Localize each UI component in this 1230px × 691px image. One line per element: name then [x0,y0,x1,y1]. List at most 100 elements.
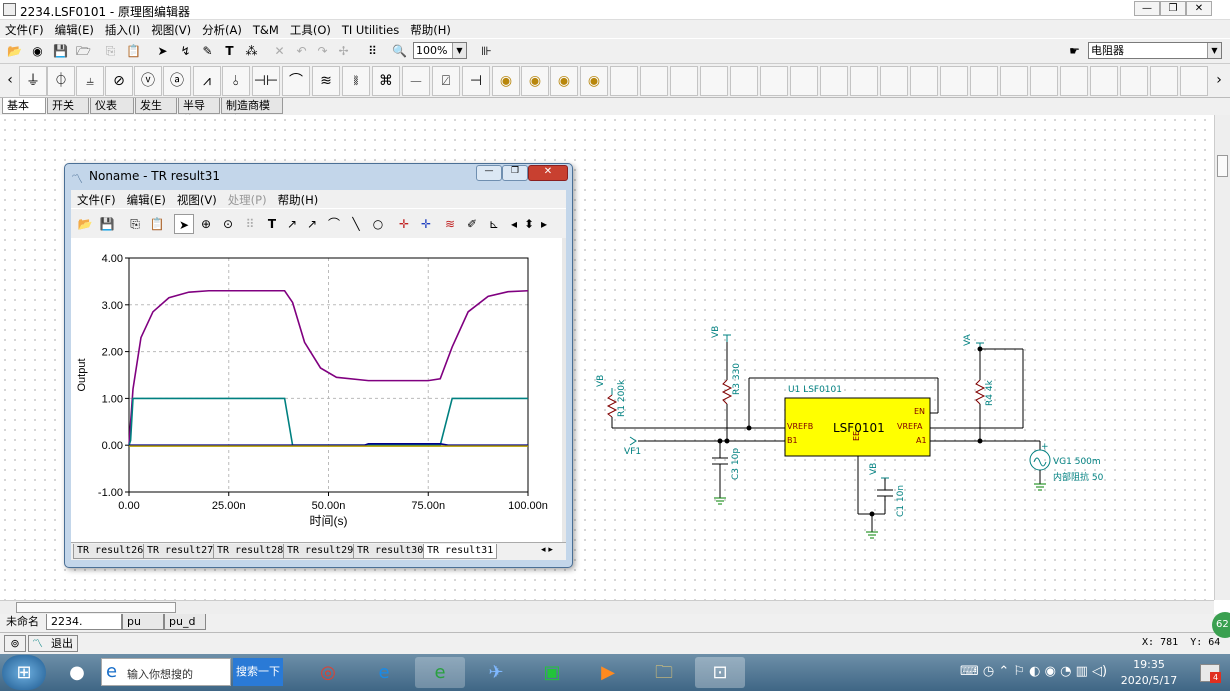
result-curve-b-icon[interactable]: ↗ [302,214,322,234]
ic-icon[interactable]: ◉ [492,66,520,96]
inductor-icon[interactable]: ⌒ [282,66,310,96]
transformer-icon[interactable]: ⧚ [342,66,370,96]
result-scroll-right-icon[interactable]: ▸ [538,214,550,234]
result-tab-31[interactable]: TR result31 [423,544,498,559]
result-curve-a-icon[interactable]: ↗ [282,214,302,234]
empty-slot-15[interactable] [1030,66,1058,96]
tab-pu-d[interactable]: pu_d [164,614,206,630]
tab-semiconductor[interactable]: 半导体 [178,98,220,127]
result-zoom-100-icon[interactable]: ⊙ [218,214,238,234]
result-tab-30[interactable]: TR result30 [353,544,428,559]
menu-analysis[interactable]: 分析(A) [197,20,248,38]
iqiyi-icon[interactable]: ▣ [527,657,577,688]
tina-app-icon[interactable]: ⊡ [695,657,745,688]
result-minimize-button[interactable]: — [476,165,502,181]
ie-icon[interactable]: e [359,657,409,688]
tab-untitled[interactable]: 未命名 [2,614,46,630]
tab-meter[interactable]: 仪表 [90,98,134,114]
empty-slot-6[interactable] [760,66,788,96]
empty-slot-4[interactable] [700,66,728,96]
result-text-icon[interactable]: T [262,214,282,234]
minimize-button[interactable]: — [1134,1,1160,16]
zoom-select[interactable]: 100% ▼ [413,42,467,59]
empty-slot-19[interactable] [1150,66,1178,96]
empty-slot-9[interactable] [850,66,878,96]
result-tab-27[interactable]: TR result27 [143,544,218,559]
result-grid-icon[interactable]: ⠿ [240,214,260,234]
save-icon[interactable]: 💾 [50,41,71,62]
plot-area[interactable]: 0.00 25.00n 50.00n 75.00n 100.00n 4.00 3.00 2.0… [71,238,562,542]
pencil-icon[interactable]: ✎ [197,41,218,62]
horizontal-scrollbar[interactable] [0,600,1214,614]
voltage-source-icon[interactable]: ⫨ [76,66,104,96]
menu-file[interactable]: 文件(F) [0,20,50,38]
tab-manufacturer-models[interactable]: 制造商模型 [221,98,283,127]
empty-slot-5[interactable] [730,66,758,96]
result-probe-icon[interactable]: ✐ [462,214,482,234]
copy-icon[interactable]: ⎘ [100,41,121,62]
feishu-icon[interactable]: ✈ [471,657,521,688]
exit-button[interactable]: 〽退出 [28,635,78,652]
result-menu-view[interactable]: 视图(V) [171,190,222,208]
horizontal-scroll-thumb[interactable] [16,602,176,613]
capacitor-icon[interactable]: ⊣⊢ [252,66,280,96]
menu-tools[interactable]: 工具(O) [285,20,337,38]
result-select-icon[interactable]: ➤ [174,214,194,234]
search-button[interactable]: 搜索一下 [233,658,283,686]
result-line-icon[interactable]: ╲ [346,214,366,234]
empty-slot-18[interactable] [1120,66,1148,96]
menu-tm[interactable]: T&M [248,21,285,37]
empty-slot-1[interactable] [610,66,638,96]
zoom-icon[interactable]: 🔍 [389,41,410,62]
menu-edit[interactable]: 编辑(E) [50,20,100,38]
close-button[interactable]: ✕ [1186,1,1212,16]
result-curve-c-icon[interactable]: ⌒ [324,214,344,234]
result-menu-edit[interactable]: 编辑(E) [121,190,171,208]
menu-help[interactable]: 帮助(H) [405,20,457,38]
result-cursor-b-icon[interactable]: ✛ [416,214,436,234]
result-menu-file[interactable]: 文件(F) [71,190,121,208]
empty-slot-12[interactable] [940,66,968,96]
open-icon[interactable]: 📂 [4,41,25,62]
delete-icon[interactable]: ✕ [269,41,290,62]
empty-slot-20[interactable] [1180,66,1208,96]
result-paste-icon[interactable]: 📋 [147,214,167,234]
result-vertical-scrollbar[interactable] [562,238,566,542]
ammeter-icon[interactable]: ⓐ [163,66,191,96]
empty-slot-11[interactable] [910,66,938,96]
ic3-icon[interactable]: ◉ [550,66,578,96]
text-icon[interactable]: T [219,41,240,62]
empty-slot-8[interactable] [820,66,848,96]
empty-slot-7[interactable] [790,66,818,96]
text-format-icon[interactable]: ⁂ [241,41,262,62]
result-menu-help[interactable]: 帮助(H) [272,190,324,208]
result-axis-icon[interactable]: ⊾ [484,214,504,234]
scroll-left-icon[interactable]: ‹ [3,66,17,96]
potentiometer-icon[interactable]: ⫰ [222,66,250,96]
result-add-curve-icon[interactable]: ≋ [440,214,460,234]
result-maximize-button[interactable]: ❐ [502,165,528,181]
open-folder-icon[interactable]: 🗁 [73,41,94,62]
empty-slot-14[interactable] [1000,66,1028,96]
empty-slot-3[interactable] [670,66,698,96]
result-tab-29[interactable]: TR result29 [283,544,358,559]
ideal-transformer-icon[interactable]: ⌘ [372,66,400,96]
search-box[interactable]: e 输入你想搜的 [101,658,231,686]
undo-icon[interactable]: ↶ [291,41,312,62]
select-arrow-icon[interactable]: ➤ [152,41,173,62]
notification-icon[interactable]: 4 [1200,664,1221,683]
taskbar-app-360[interactable]: ● [52,657,102,688]
result-save-icon[interactable]: 💾 [97,214,117,234]
scroll-right-icon[interactable]: › [1212,66,1226,96]
empty-slot-13[interactable] [970,66,998,96]
place-component-icon[interactable]: ☛ [1064,41,1085,62]
result-close-button[interactable]: ✕ [528,165,568,181]
vertical-scroll-thumb[interactable] [1217,155,1228,177]
ground-icon[interactable]: ⏚ [19,66,47,96]
voltmeter-icon[interactable]: ⓥ [134,66,162,96]
battery-icon[interactable]: ⏀ [47,66,75,96]
file-explorer-icon[interactable]: 🗀 [639,657,689,688]
open-web-icon[interactable]: ◉ [27,41,48,62]
empty-slot-16[interactable] [1060,66,1088,96]
ic4-icon[interactable]: ◉ [580,66,608,96]
